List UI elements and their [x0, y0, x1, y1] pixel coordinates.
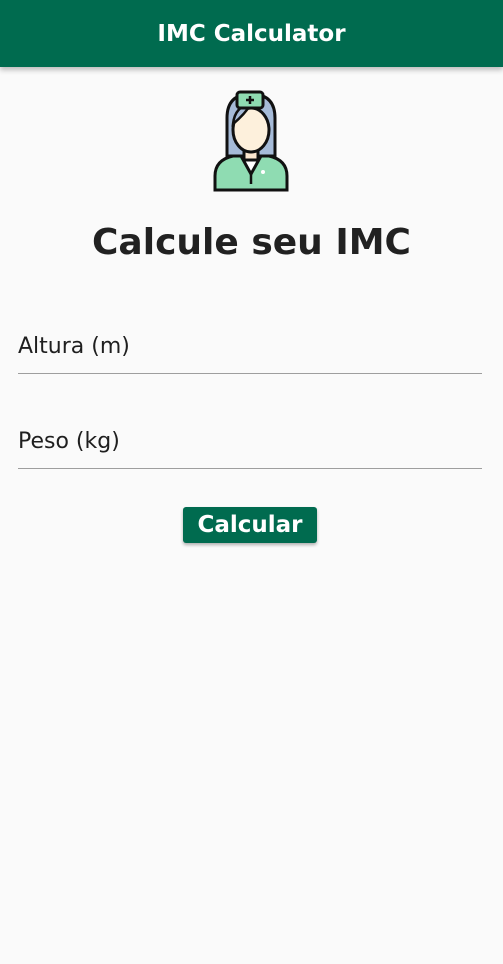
nurse-avatar-icon [205, 88, 297, 194]
app-bar: IMC Calculator [0, 0, 503, 67]
altura-input[interactable] [18, 314, 482, 373]
altura-field[interactable] [18, 314, 482, 374]
peso-field[interactable] [18, 409, 482, 469]
calculate-button[interactable]: Calcular [183, 507, 317, 543]
page-title: Calcule seu IMC [92, 222, 411, 263]
peso-input[interactable] [18, 409, 482, 468]
app-bar-title: IMC Calculator [157, 20, 346, 47]
